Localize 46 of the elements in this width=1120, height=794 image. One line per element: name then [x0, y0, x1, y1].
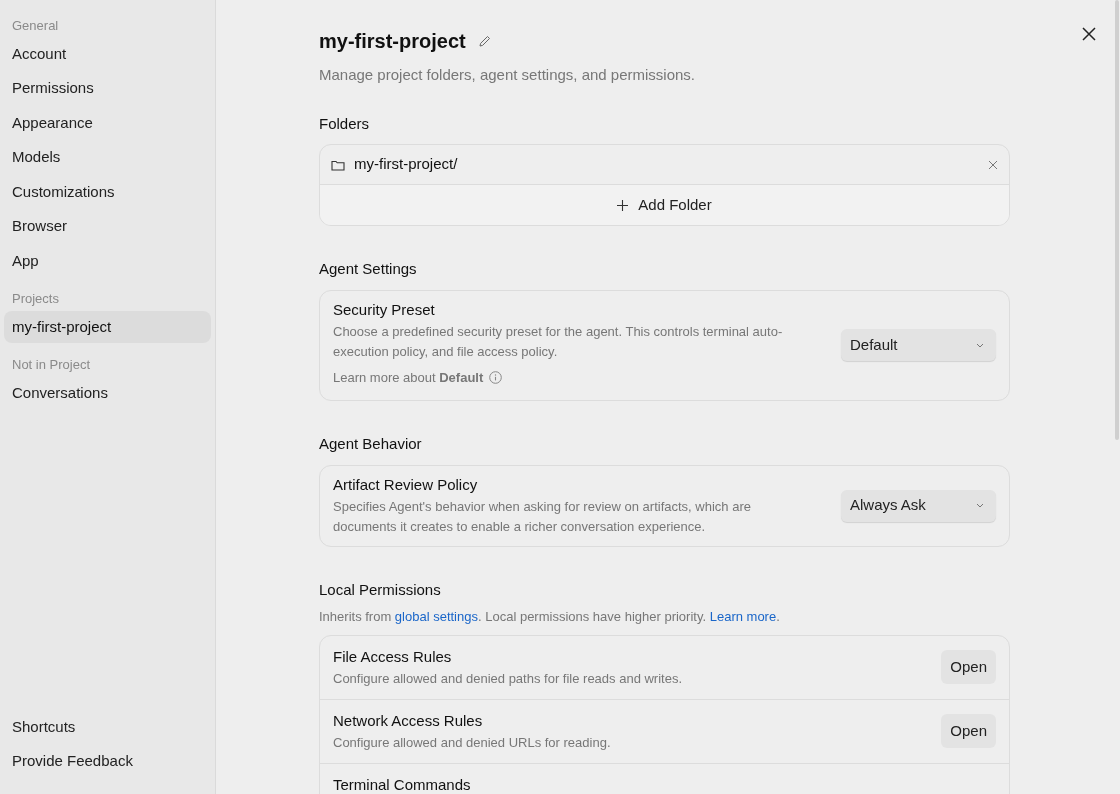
- link[interactable]: global settings: [394, 609, 478, 624]
- sidebar-item[interactable]: Models: [4, 141, 211, 174]
- sidebar-item[interactable]: my-first-project: [4, 311, 211, 343]
- sidebar-item[interactable]: App: [4, 245, 211, 277]
- setting-title: Terminal Commands: [333, 774, 471, 794]
- sidebar-item[interactable]: Customizations: [4, 176, 211, 208]
- folder-icon: [331, 158, 345, 171]
- open-button[interactable]: Open: [941, 650, 996, 684]
- section-description: Inherits from global settings. Local permissions have higher priority. Learn more.: [319, 608, 781, 626]
- section-label: Projects: [11, 290, 60, 307]
- setting-title: Artifact Review Policy: [333, 474, 479, 495]
- plus-icon: [617, 199, 629, 211]
- setting-title: Security Preset: [333, 299, 436, 320]
- add-folder-button[interactable]: Add Folder: [320, 185, 1009, 225]
- sidebar-item[interactable]: Shortcuts: [4, 711, 211, 743]
- folder-path: my-first-project/: [354, 154, 458, 175]
- sidebar-item[interactable]: Browser: [4, 210, 211, 243]
- project-subtitle: Manage project folders, agent settings, and permissions.: [319, 65, 697, 85]
- setting-title: File Access Rules: [333, 646, 453, 667]
- pencil-icon[interactable]: [477, 34, 491, 48]
- section-heading: Folders: [319, 113, 371, 134]
- section-heading: Agent Behavior: [319, 434, 423, 454]
- sidebar-item[interactable]: Account: [4, 38, 211, 70]
- info-icon[interactable]: [489, 370, 503, 384]
- setting-description: Choose a predefined security preset for the agent. This controls terminal auto-execution policy, and file access policy.: [333, 322, 783, 361]
- sidebar-item[interactable]: Permissions: [4, 72, 211, 105]
- learn-more-text: Learn more about Default: [333, 368, 484, 387]
- setting-title: Network Access Rules: [333, 710, 484, 731]
- section-heading: Local Permissions: [319, 579, 442, 600]
- sidebar-item[interactable]: Appearance: [4, 107, 211, 139]
- open-button[interactable]: Open: [941, 714, 996, 748]
- sidebar-item[interactable]: Conversations: [4, 377, 211, 409]
- chevron-icon: [976, 342, 984, 348]
- section-label: Not in Project: [11, 356, 92, 373]
- setting-description: Configure allowed and denied paths for file reads and writes.: [333, 669, 683, 688]
- sidebar-item[interactable]: Provide Feedback: [4, 745, 211, 778]
- dropdown[interactable]: Default: [841, 329, 996, 362]
- section-heading: Agent Settings: [319, 259, 418, 279]
- remove-icon[interactable]: [988, 159, 998, 170]
- setting-description: Configure allowed and denied URLs for reading.: [333, 733, 611, 752]
- dropdown[interactable]: Always Ask: [841, 489, 996, 522]
- project-title: my-first-project: [319, 29, 466, 54]
- chevron-icon: [976, 503, 984, 508]
- section-label: General: [11, 17, 60, 34]
- setting-description: Specifies Agent's behavior when asking for review on artifacts, which are documents it creates to enable a richer conversation experience.: [333, 497, 752, 536]
- close-icon[interactable]: [1081, 26, 1097, 42]
